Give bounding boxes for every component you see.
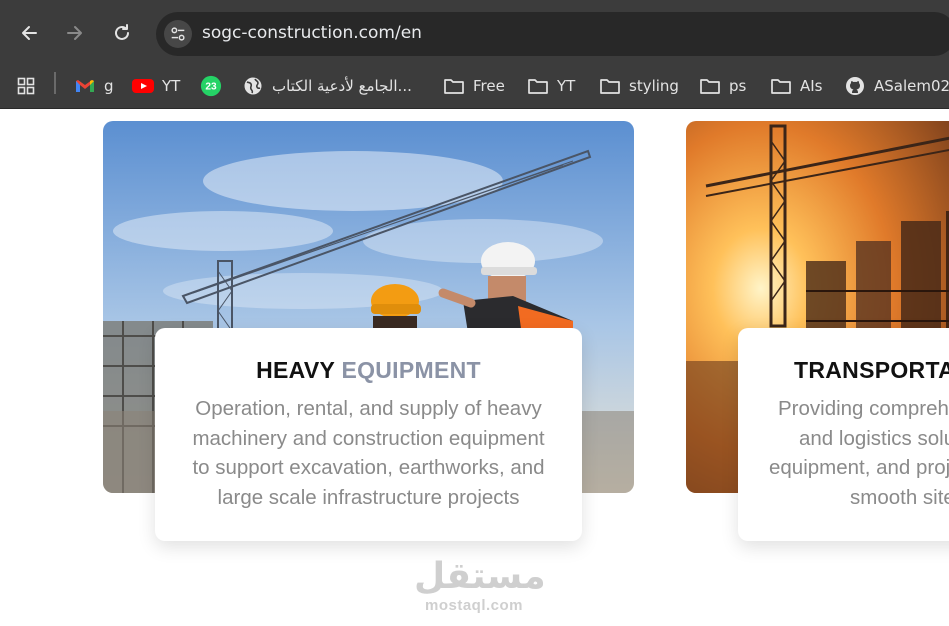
bookmark-label: styling	[629, 77, 679, 95]
bookmark-label: g	[104, 77, 114, 95]
card-title-accent: EQUIPMENT	[341, 357, 481, 383]
watermark-arabic: مستقل	[414, 556, 546, 597]
browser-toolbar: sogc-construction.com/en	[0, 0, 949, 64]
forward-button[interactable]	[61, 19, 89, 47]
page-content: HEAVY EQUIPMENT Operation, rental, and s…	[0, 109, 949, 626]
mostaql-watermark: مستقل mostaql.com	[414, 556, 546, 615]
bookmark-youtube[interactable]: YT	[132, 72, 180, 100]
globe-icon	[242, 77, 264, 95]
tune-icon	[171, 27, 185, 41]
card-title-main: HEAVY	[256, 357, 335, 383]
folder-icon	[443, 77, 465, 95]
arrow-right-icon	[67, 26, 82, 40]
bookmark-github[interactable]: ASalem020	[844, 72, 949, 100]
bookmark-label: AIs	[800, 77, 823, 95]
svg-text:23: 23	[205, 82, 217, 93]
bookmark-folder-ps[interactable]: ps	[699, 72, 746, 100]
bookmark-apps[interactable]	[15, 72, 45, 100]
github-icon	[844, 77, 866, 95]
service-card-transportation[interactable]: TRANSPORTAT Providing comprehe and logis…	[738, 328, 949, 541]
back-button[interactable]	[15, 19, 43, 47]
bookmark-label: الجامع لأدعية الكتاب...	[272, 77, 412, 95]
whatsapp-icon: 23	[200, 75, 222, 97]
reload-icon	[115, 24, 129, 40]
watermark-latin: mostaql.com	[424, 597, 524, 614]
card-description: Operation, rental, and supply of heavy m…	[192, 397, 545, 509]
bookmarks-bar: g YT 23 الجامع لأدعية الكتاب... Free YT …	[0, 64, 949, 109]
card-title: TRANSPORTAT	[738, 357, 949, 384]
address-bar[interactable]: sogc-construction.com/en	[156, 12, 949, 56]
folder-icon	[770, 77, 792, 95]
folder-icon	[599, 77, 621, 95]
bookmark-folder-free[interactable]: Free	[443, 72, 505, 100]
bookmark-separator	[54, 72, 56, 94]
service-card-heavy-equipment[interactable]: HEAVY EQUIPMENT Operation, rental, and s…	[155, 328, 582, 541]
bookmark-label: ps	[729, 77, 747, 95]
bookmark-label: YT	[557, 77, 576, 95]
card-title: HEAVY EQUIPMENT	[155, 357, 582, 384]
youtube-icon	[132, 77, 154, 95]
bookmark-folder-yt[interactable]: YT	[527, 72, 575, 100]
card-description: Providing comprehe and logistics solut e…	[769, 397, 949, 509]
bookmark-arabic-site[interactable]: الجامع لأدعية الكتاب...	[242, 72, 412, 100]
gmail-icon	[74, 77, 96, 95]
bookmark-label: ASalem020	[874, 77, 949, 95]
bookmark-label: YT	[162, 77, 181, 95]
reload-button[interactable]	[108, 19, 136, 47]
bookmark-whatsapp[interactable]: 23	[200, 72, 230, 100]
card-title-main: TRANSPORTAT	[794, 357, 949, 383]
arrow-left-icon	[22, 26, 37, 40]
url-text[interactable]: sogc-construction.com/en	[202, 23, 422, 43]
bookmark-folder-ais[interactable]: AIs	[770, 72, 823, 100]
bookmark-gmail[interactable]: g	[74, 72, 114, 100]
folder-icon	[699, 77, 721, 95]
apps-grid-icon	[15, 77, 37, 95]
folder-icon	[527, 77, 549, 95]
bookmark-label: Free	[473, 77, 505, 95]
bookmark-folder-styling[interactable]: styling	[599, 72, 679, 100]
site-info-button[interactable]	[164, 20, 192, 48]
